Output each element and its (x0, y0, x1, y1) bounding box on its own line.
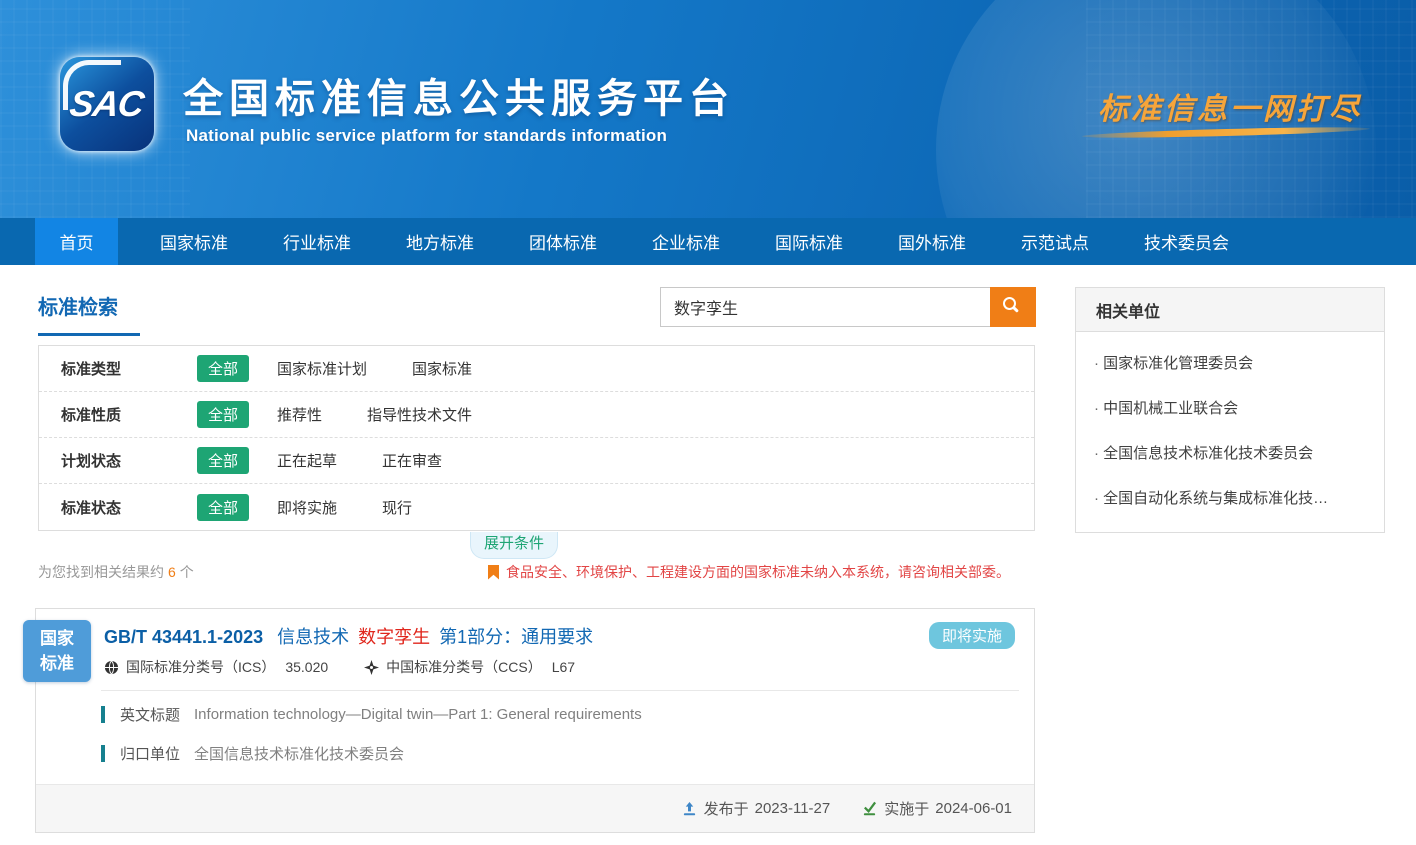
nav-item-pilot[interactable]: 示范试点 (1021, 218, 1089, 265)
filter-option[interactable]: 正在起草 (277, 450, 337, 471)
standard-title-link[interactable]: GB/T 43441.1-2023 信息技术数字孪生第1部分：通用要求 (104, 623, 593, 649)
filter-label: 标准类型 (61, 358, 131, 379)
results-row: 为您找到相关结果约6个 食品安全、环境保护、工程建设方面的国家标准未纳入本系统，… (38, 562, 1035, 582)
filter-panel: 标准类型 全部 国家标准计划 国家标准 标准性质 全部 推荐性 指导性技术文件 … (38, 345, 1035, 531)
filter-all-button[interactable]: 全部 (197, 355, 249, 382)
nav-item-foreign-standards[interactable]: 国外标准 (898, 218, 966, 265)
filter-row-standard-status: 标准状态 全部 即将实施 现行 (39, 484, 1034, 530)
implement-date-item: 实施于 2024-06-01 (862, 798, 1012, 819)
sidebar-title: 相关单位 (1076, 288, 1384, 332)
publish-date-item: 发布于 2023-11-27 (682, 798, 831, 819)
expand-conditions-button[interactable]: 展开条件 (470, 532, 558, 559)
sidebar-related-units: 相关单位 国家标准化管理委员会 中国机械工业联合会 全国信息技术标准化技术委员会… (1075, 287, 1385, 533)
ccs-value: L67 (552, 659, 575, 675)
sidebar-item-it-standardization-committee[interactable]: 全国信息技术标准化技术委员会 (1076, 430, 1384, 475)
result-card: 国家 标准 GB/T 43441.1-2023信息技术数字孪生第1部分：通用要求… (35, 608, 1035, 833)
filter-row-standard-nature: 标准性质 全部 推荐性 指导性技术文件 (39, 392, 1034, 438)
english-title-value: Information technology—Digital twin—Part… (194, 706, 642, 723)
english-title-label: 英文标题 (120, 704, 180, 725)
publish-date: 2023-11-27 (755, 800, 831, 817)
implement-check-icon (862, 801, 877, 816)
standard-code: GB/T 43441.1-2023 (104, 627, 263, 647)
publish-label: 发布于 (704, 798, 749, 819)
nav-item-local-standards[interactable]: 地方标准 (406, 218, 474, 265)
search-box (660, 287, 1036, 327)
ics-value: 35.020 (285, 659, 328, 675)
filter-option[interactable]: 推荐性 (277, 404, 322, 425)
nav-item-group-standards[interactable]: 团体标准 (529, 218, 597, 265)
results-count: 6 (168, 564, 176, 580)
sidebar-item-sac[interactable]: 国家标准化管理委员会 (1076, 340, 1384, 385)
standard-type-badge: 国家 标准 (23, 620, 91, 682)
nav-item-enterprise-standards[interactable]: 企业标准 (652, 218, 720, 265)
publish-upload-icon (682, 801, 697, 816)
ics-label: 国际标准分类号（ICS） (126, 657, 275, 677)
department-value: 全国信息技术标准化技术委员会 (194, 743, 404, 764)
summary-suffix: 个 (180, 564, 194, 580)
notice-text: 食品安全、环境保护、工程建设方面的国家标准未纳入本系统，请咨询相关部委。 (506, 562, 1010, 582)
title-suffix: 第1部分：通用要求 (439, 627, 593, 647)
badge-line2: 标准 (23, 652, 91, 677)
summary-prefix: 为您找到相关结果约 (38, 564, 164, 580)
ccs-label: 中国标准分类号（CCS） (386, 657, 542, 677)
english-title-row: 英文标题 Information technology—Digital twin… (101, 704, 642, 725)
filter-all-button[interactable]: 全部 (197, 447, 249, 474)
department-row: 归口单位 全国信息技术标准化技术委员会 (101, 743, 404, 764)
filter-option[interactable]: 指导性技术文件 (367, 404, 472, 425)
filter-option[interactable]: 国家标准 (412, 358, 472, 379)
search-icon (1003, 297, 1016, 310)
teal-bar-icon (101, 745, 105, 762)
filter-label: 标准性质 (61, 404, 131, 425)
bookmark-icon (488, 565, 499, 580)
sidebar-item-automation-committee[interactable]: 全国自动化系统与集成标准化技… (1076, 475, 1384, 520)
department-label: 归口单位 (120, 743, 180, 764)
filter-option[interactable]: 现行 (382, 497, 412, 518)
filter-label: 计划状态 (61, 450, 131, 471)
card-divider (101, 690, 1019, 691)
logo-text: SAC (68, 83, 147, 125)
site-title: 全国标准信息公共服务平台 (183, 66, 735, 124)
filter-all-button[interactable]: 全部 (197, 401, 249, 428)
search-button[interactable] (990, 287, 1036, 327)
nav-item-home[interactable]: 首页 (35, 218, 118, 265)
nav-item-national-standards[interactable]: 国家标准 (160, 218, 228, 265)
nav-item-international-standards[interactable]: 国际标准 (775, 218, 843, 265)
sac-logo[interactable]: SAC (60, 57, 154, 151)
filter-row-standard-type: 标准类型 全部 国家标准计划 国家标准 (39, 346, 1034, 392)
sidebar-item-machinery-federation[interactable]: 中国机械工业联合会 (1076, 385, 1384, 430)
globe-icon (104, 660, 119, 675)
site-header: SAC 全国标准信息公共服务平台 National public service… (0, 0, 1416, 218)
title-highlight: 数字孪生 (358, 627, 430, 647)
implement-date: 2024-06-01 (935, 800, 1012, 817)
nav-item-industry-standards[interactable]: 行业标准 (283, 218, 351, 265)
search-input[interactable] (660, 287, 990, 327)
sidebar-list: 国家标准化管理委员会 中国机械工业联合会 全国信息技术标准化技术委员会 全国自动… (1076, 332, 1384, 532)
classification-row: 国际标准分类号（ICS） 35.020 中国标准分类号（CCS） L67 (104, 657, 611, 677)
filter-all-button[interactable]: 全部 (197, 494, 249, 521)
filter-option[interactable]: 正在审查 (382, 450, 442, 471)
site-subtitle: National public service platform for sta… (186, 126, 667, 146)
title-prefix: 信息技术 (277, 627, 349, 647)
badge-line1: 国家 (23, 627, 91, 652)
nav-item-technical-committee[interactable]: 技术委员会 (1144, 218, 1229, 265)
main-content: 标准检索 标准类型 全部 国家标准计划 国家标准 标准性质 全部 推荐性 指导性… (0, 265, 1416, 845)
filter-option[interactable]: 即将实施 (277, 497, 337, 518)
filter-row-plan-status: 计划状态 全部 正在起草 正在审查 (39, 438, 1034, 484)
filter-label: 标准状态 (61, 497, 131, 518)
system-notice: 食品安全、环境保护、工程建设方面的国家标准未纳入本系统，请咨询相关部委。 (488, 562, 1035, 582)
results-summary: 为您找到相关结果约6个 (38, 562, 194, 582)
card-footer: 发布于 2023-11-27 实施于 2024-06-01 (36, 784, 1034, 832)
status-badge: 即将实施 (929, 622, 1015, 649)
compass-icon (364, 660, 379, 675)
teal-bar-icon (101, 706, 105, 723)
page-title: 标准检索 (38, 291, 140, 336)
filter-option[interactable]: 国家标准计划 (277, 358, 367, 379)
implement-label: 实施于 (884, 798, 929, 819)
main-nav: 首页 国家标准 行业标准 地方标准 团体标准 企业标准 国际标准 国外标准 示范… (0, 218, 1416, 265)
header-slogan: 标准信息一网打尽 (1080, 84, 1380, 128)
